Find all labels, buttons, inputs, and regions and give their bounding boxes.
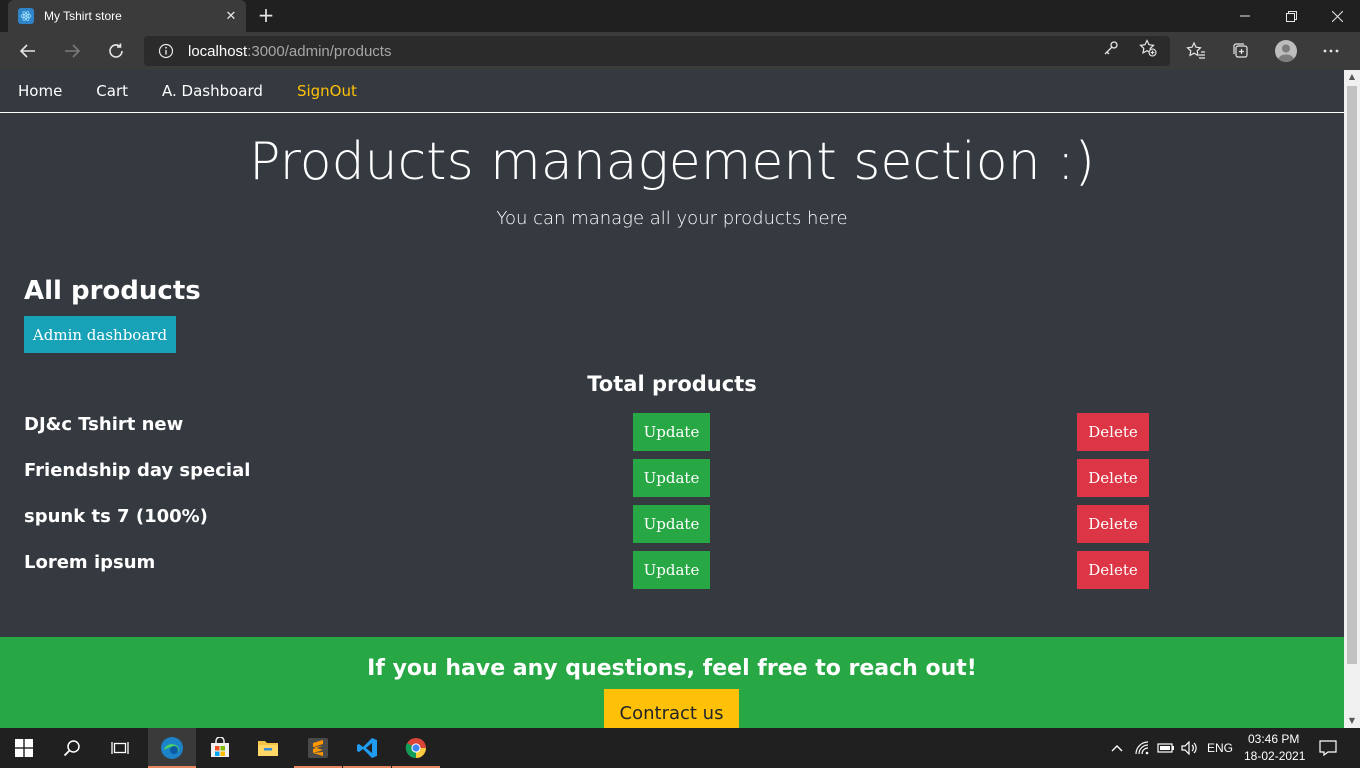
update-product-button[interactable]: Update xyxy=(633,551,710,589)
page-subtitle: You can manage all your products here xyxy=(496,208,848,229)
store-icon[interactable] xyxy=(196,728,244,768)
delete-product-button[interactable]: Delete xyxy=(1077,459,1149,497)
file-explorer-icon[interactable] xyxy=(244,728,292,768)
browser-toolbar: localhost:3000/admin/products xyxy=(0,32,1360,70)
scroll-up-arrow-icon[interactable]: ▲ xyxy=(1344,70,1360,84)
windows-start-icon[interactable] xyxy=(0,728,48,768)
language-indicator[interactable]: ENG xyxy=(1207,741,1233,755)
restore-icon[interactable] xyxy=(1268,0,1314,32)
update-product-button[interactable]: Update xyxy=(633,413,710,451)
favorites-icon[interactable] xyxy=(1185,40,1207,62)
scrollbar-thumb[interactable] xyxy=(1347,86,1357,664)
vscode-icon[interactable] xyxy=(343,728,391,768)
search-icon[interactable] xyxy=(48,728,96,768)
admin-dashboard-button[interactable]: Admin dashboard xyxy=(24,316,176,353)
url-host: localhost xyxy=(188,42,248,60)
collections-icon[interactable] xyxy=(1230,40,1252,62)
close-tab-icon[interactable]: ✕ xyxy=(216,9,246,24)
contact-footer: If you have any questions, feel free to … xyxy=(0,637,1344,728)
product-name: Friendship day special xyxy=(24,460,251,481)
nav-home-link[interactable]: Home xyxy=(18,82,62,100)
refresh-icon[interactable] xyxy=(101,36,131,66)
network-icon[interactable] xyxy=(1133,738,1153,758)
react-favicon-icon xyxy=(18,8,34,24)
product-row: Friendship day special Update Delete xyxy=(0,459,1344,505)
tab-title: My Tshirt store xyxy=(44,9,122,23)
sublime-text-icon[interactable] xyxy=(294,728,342,768)
info-icon[interactable] xyxy=(158,43,174,59)
battery-icon[interactable] xyxy=(1156,738,1176,758)
new-tab-button[interactable]: + xyxy=(255,4,277,28)
page-content: Home Cart A. Dashboard SignOut Products … xyxy=(0,70,1344,728)
delete-product-button[interactable]: Delete xyxy=(1077,413,1149,451)
all-products-heading: All products xyxy=(24,276,201,306)
back-arrow-icon[interactable] xyxy=(13,36,43,66)
nav-admin-dashboard-link[interactable]: A. Dashboard xyxy=(162,82,263,100)
delete-product-button[interactable]: Delete xyxy=(1077,505,1149,543)
browser-tab[interactable]: My Tshirt store ✕ xyxy=(8,0,246,32)
notifications-icon[interactable] xyxy=(1318,738,1338,758)
page-scrollbar[interactable]: ▲ ▼ xyxy=(1344,70,1360,728)
product-name: DJ&c Tshirt new xyxy=(24,414,184,435)
windows-taskbar: ENG 03:46 PM 18-02-2021 xyxy=(0,728,1360,768)
product-name: spunk ts 7 (100%) xyxy=(24,506,208,527)
product-row: Lorem ipsum Update Delete xyxy=(0,551,1344,597)
product-row: spunk ts 7 (100%) Update Delete xyxy=(0,505,1344,551)
page-title: Products management section :) xyxy=(249,132,1095,192)
key-icon[interactable] xyxy=(1102,39,1120,57)
close-window-icon[interactable] xyxy=(1314,0,1360,32)
footer-message: If you have any questions, feel free to … xyxy=(367,656,977,681)
url-path: :3000/admin/products xyxy=(247,42,392,60)
contact-us-button[interactable]: Contract us xyxy=(604,689,739,728)
edge-browser-icon[interactable] xyxy=(148,728,196,768)
add-favorite-icon[interactable] xyxy=(1139,39,1157,57)
volume-icon[interactable] xyxy=(1180,738,1200,758)
nav-cart-link[interactable]: Cart xyxy=(96,82,128,100)
update-product-button[interactable]: Update xyxy=(633,459,710,497)
scroll-down-arrow-icon[interactable]: ▼ xyxy=(1344,714,1360,728)
minimize-icon[interactable] xyxy=(1222,0,1268,32)
delete-product-button[interactable]: Delete xyxy=(1077,551,1149,589)
nav-signout-link[interactable]: SignOut xyxy=(297,82,357,100)
more-menu-icon[interactable] xyxy=(1320,40,1342,62)
chrome-icon[interactable] xyxy=(392,728,440,768)
total-products-heading: Total products xyxy=(587,372,757,396)
clock-date[interactable]: 18-02-2021 xyxy=(1244,749,1305,763)
task-view-icon[interactable] xyxy=(96,728,144,768)
browser-titlebar: My Tshirt store ✕ + xyxy=(0,0,1360,32)
update-product-button[interactable]: Update xyxy=(633,505,710,543)
product-row: DJ&c Tshirt new Update Delete xyxy=(0,413,1344,459)
tray-chevron-up-icon[interactable] xyxy=(1107,738,1127,758)
address-bar[interactable]: localhost:3000/admin/products xyxy=(144,36,1170,66)
product-name: Lorem ipsum xyxy=(24,552,156,573)
site-navbar: Home Cart A. Dashboard SignOut xyxy=(0,70,1344,113)
profile-avatar-icon[interactable] xyxy=(1275,40,1297,62)
forward-arrow-icon[interactable] xyxy=(57,36,87,66)
clock-time[interactable]: 03:46 PM xyxy=(1248,732,1299,746)
